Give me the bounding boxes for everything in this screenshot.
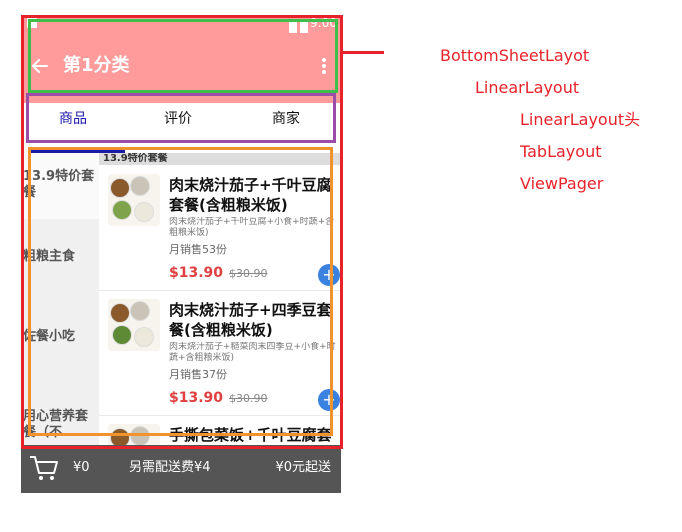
product-list: 13.9特价套餐 肉末烧汁茄子+千叶豆腐 套餐(含粗粮米饭) 肉末烧汁茄子+千叶… [99, 153, 341, 445]
notification-icon [27, 18, 37, 28]
annotation-view-pager: ViewPager [520, 174, 604, 193]
delivery-fee: 另需配送费¥4 [129, 460, 211, 475]
view-pager: 13.9特价套餐 粗粮主食 佐餐小吃 用心营养套餐（不 13.9特价套餐 肉末烧… [21, 153, 341, 445]
annotation-leader-line [340, 51, 384, 54]
tab-merchant[interactable]: 商家 [231, 103, 341, 155]
page-title: 第1分类 [63, 55, 130, 76]
checkout-button[interactable]: ¥0元起送 [275, 459, 331, 477]
product-item[interactable]: 肉末烧汁茄子+千叶豆腐 套餐(含粗粮米饭) 肉末烧汁茄子+千叶豆腐+小食+时蔬+… [99, 165, 341, 291]
more-vert-icon[interactable] [321, 58, 327, 76]
add-to-cart-button[interactable]: + [318, 264, 340, 286]
tab-reviews[interactable]: 评价 [125, 103, 231, 155]
cart-total: ¥0 [73, 460, 90, 475]
product-price: $13.90 [169, 265, 224, 281]
product-name: 手撕包菜饭+千叶豆腐套 [169, 426, 332, 444]
tab-bar: 商品 评价 商家 [21, 103, 341, 154]
product-image [108, 424, 160, 445]
shopping-cart-icon[interactable] [29, 454, 59, 482]
product-name-cont: 套餐(含粗粮米饭) [169, 196, 288, 214]
annotation-linear-layout: LinearLayout [475, 78, 580, 97]
category-item[interactable]: 用心营养套餐（不 [21, 379, 99, 445]
product-old-price: $30.90 [229, 267, 268, 280]
category-label: 佐餐小吃 [23, 329, 76, 344]
category-label: 用心营养套餐（不 [23, 409, 89, 440]
cart-bar: ¥0 另需配送费¥4 ¥0元起送 [21, 445, 341, 493]
arrow-left-icon[interactable] [31, 57, 49, 75]
product-name: 肉末烧汁茄子+千叶豆腐 [169, 176, 332, 194]
annotation-bottom-sheet: BottomSheetLayot [440, 46, 590, 65]
signal-battery-icon [289, 18, 311, 33]
product-old-price: $30.90 [229, 392, 268, 405]
phone-screen: 9:00 第1分类 商品 评价 商家 13.9特价套餐 粗粮主食 佐餐小吃 用心… [21, 15, 341, 493]
category-item[interactable]: 13.9特价套餐 [21, 153, 99, 219]
status-bar: 9:00 [21, 15, 341, 33]
category-label: 粗粮主食 [23, 249, 76, 264]
section-header: 13.9特价套餐 [99, 153, 341, 165]
product-sales: 月销售53份 [169, 243, 227, 256]
product-item[interactable]: 手撕包菜饭+千叶豆腐套 [99, 415, 341, 445]
annotation-linear-layout-head: LinearLayout头 [520, 110, 641, 129]
product-price: $13.90 [169, 390, 224, 406]
annotation-tab-layout: TabLayout [520, 142, 602, 161]
add-to-cart-button[interactable]: + [318, 389, 340, 411]
product-name-cont: 餐(含粗粮米饭) [169, 321, 273, 339]
toolbar: 第1分类 [21, 33, 341, 103]
category-list: 13.9特价套餐 粗粮主食 佐餐小吃 用心营养套餐（不 [21, 153, 99, 445]
status-time: 9:00 [310, 16, 337, 30]
category-item[interactable]: 佐餐小吃 [21, 299, 99, 379]
product-item[interactable]: 肉末烧汁茄子+四季豆套 餐(含粗粮米饭) 肉末烧汁茄子+糙菜肉末四季豆+小食+时… [99, 290, 341, 416]
tab-products[interactable]: 商品 [21, 103, 125, 155]
product-image [108, 299, 160, 351]
product-image [108, 174, 160, 226]
category-item[interactable]: 粗粮主食 [21, 219, 99, 299]
category-label: 13.9特价套餐 [23, 169, 95, 200]
product-description: 肉末烧汁茄子+千叶豆腐+小食+时蔬+含粗粮米饭) [169, 217, 335, 238]
product-name: 肉末烧汁茄子+四季豆套 [169, 301, 332, 319]
product-description: 肉末烧汁茄子+糙菜肉末四季豆+小食+时蔬+含粗粮米饭) [169, 342, 336, 363]
product-sales: 月销售37份 [169, 368, 227, 381]
